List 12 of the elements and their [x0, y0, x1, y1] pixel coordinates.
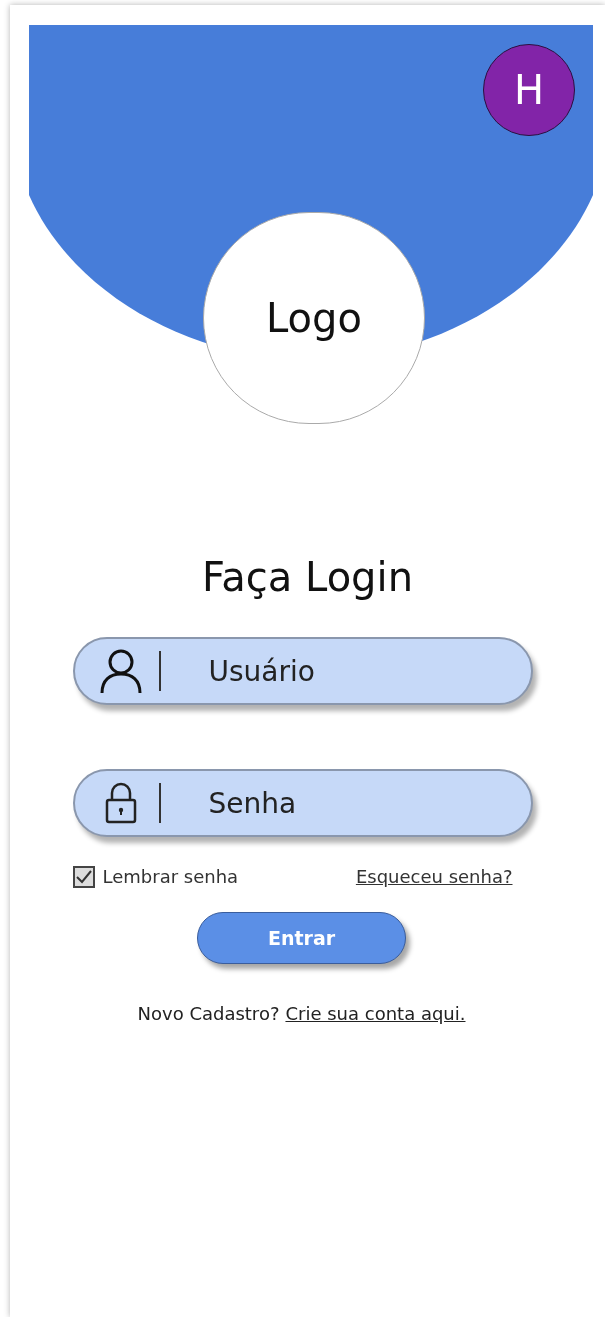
- forgot-password-link[interactable]: Esqueceu senha?: [355, 863, 513, 890]
- lock-icon: [104, 782, 137, 824]
- logo-text: Logo: [266, 294, 362, 343]
- page-title: Faça Login: [202, 553, 413, 602]
- check-icon: [75, 869, 92, 884]
- signup-prompt: Novo Cadastro?: [137, 1002, 280, 1026]
- remember-label: Lembrar senha: [102, 865, 239, 889]
- password-field[interactable]: Senha: [72, 769, 533, 837]
- user-icon: [99, 648, 142, 694]
- username-field[interactable]: Usuário: [72, 637, 533, 705]
- signup-link[interactable]: Crie sua conta aqui.: [285, 1000, 466, 1027]
- checkbox[interactable]: [72, 865, 95, 888]
